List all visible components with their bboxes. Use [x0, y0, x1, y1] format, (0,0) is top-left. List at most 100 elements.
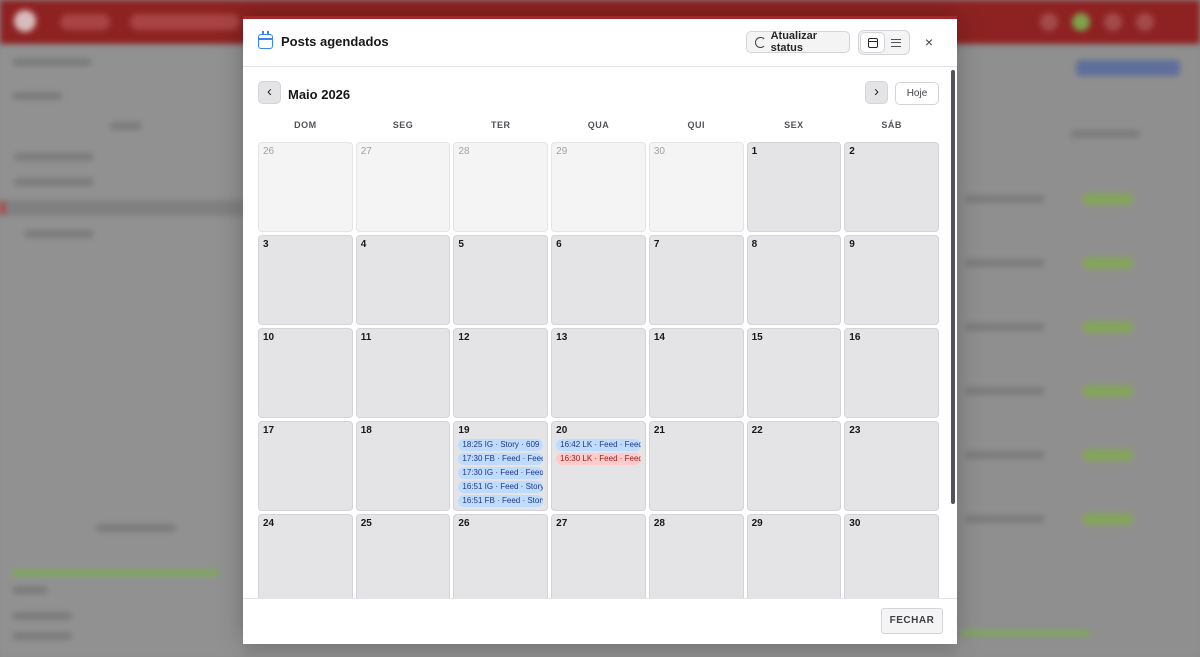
day-cell[interactable]: 26 — [453, 514, 549, 598]
bg-status-pill — [1082, 321, 1134, 333]
weekday-label: QUA — [587, 120, 610, 130]
refresh-status-button[interactable]: Atualizar status — [746, 30, 850, 54]
scheduled-post-chip[interactable]: 17:30 FB · Feed · Feed — [458, 453, 544, 465]
scheduled-post-chip[interactable]: 18:25 IG · Story · 609 — [458, 439, 544, 451]
weekday-label: DOM — [294, 120, 317, 130]
day-number: 20 — [556, 425, 568, 436]
bg-text — [12, 586, 48, 594]
day-cell[interactable]: 20 16:42 LK · Feed · Feed 16:30 LK · Feed … — [551, 421, 646, 511]
day-cell[interactable]: 3 — [258, 235, 353, 325]
day-cell[interactable]: 11 — [355, 328, 451, 418]
day-number: 26 — [263, 146, 275, 157]
day-cell[interactable]: 30 — [648, 142, 744, 232]
scheduled-post-chip[interactable]: 16:30 LK · Feed · Feed — [556, 453, 641, 465]
day-cell[interactable]: 2 — [844, 142, 939, 232]
calendar-view-button[interactable] — [861, 33, 884, 52]
day-cell[interactable]: 24 — [258, 514, 353, 598]
day-cell[interactable]: 27 — [551, 514, 646, 598]
day-cell[interactable]: 9 — [844, 235, 939, 325]
bg-button — [1076, 60, 1180, 76]
close-button[interactable]: FECHAR — [881, 608, 943, 634]
scheduled-post-chip[interactable]: 16:51 IG · Feed · Story — [458, 481, 544, 493]
bg-status-pill — [1082, 193, 1134, 205]
weekday-label: SEX — [784, 120, 804, 130]
day-cell[interactable]: 26 — [258, 142, 353, 232]
day-cell[interactable]: 4 — [355, 235, 451, 325]
day-cell[interactable]: 14 — [648, 328, 744, 418]
day-number: 8 — [751, 239, 758, 250]
day-cell[interactable]: 7 — [648, 235, 744, 325]
day-number: 28 — [653, 518, 665, 529]
day-cell[interactable]: 10 — [258, 328, 353, 418]
day-cell[interactable]: 30 — [844, 514, 939, 598]
scheduled-post-chip[interactable]: 16:51 FB · Feed · Story — [458, 495, 544, 507]
day-cell[interactable]: 8 — [746, 235, 842, 325]
bg-text — [12, 612, 72, 620]
prev-month-button[interactable]: ‹ — [258, 81, 281, 104]
day-cell[interactable]: 25 — [355, 514, 451, 598]
bg-text — [14, 178, 94, 186]
month-label: Maio 2026 — [288, 87, 351, 102]
day-cell[interactable]: 18 — [355, 421, 451, 511]
modal-footer: FECHAR — [243, 598, 957, 644]
day-number: 9 — [849, 239, 855, 250]
day-number: 28 — [458, 146, 470, 157]
day-cell[interactable]: 17 — [258, 421, 353, 511]
calendar-view-icon — [867, 37, 878, 48]
bg-progress — [960, 630, 1090, 636]
list-view-button[interactable] — [884, 33, 907, 52]
bg-text — [965, 323, 1045, 331]
bg-status-pill — [1082, 257, 1134, 269]
scheduled-post-chip[interactable]: 16:42 LK · Feed · Feed — [556, 439, 641, 451]
day-cell[interactable]: 16 — [844, 328, 939, 418]
bg-text — [96, 524, 176, 532]
day-number: 29 — [556, 146, 568, 157]
day-number: 6 — [556, 239, 562, 250]
weekday-label: SEG — [392, 120, 414, 130]
day-number: 1 — [751, 146, 758, 157]
close-icon[interactable]: × — [921, 34, 937, 50]
list-view-icon — [890, 38, 901, 47]
view-toggle — [858, 30, 910, 55]
bg-text — [965, 259, 1045, 267]
day-number: 30 — [849, 518, 861, 529]
day-number: 29 — [751, 518, 763, 529]
day-number: 5 — [458, 239, 464, 250]
bg-text — [965, 387, 1045, 395]
day-cell[interactable]: 19 18:25 IG · Story · 609 17:30 FB · Feed … — [453, 421, 549, 511]
next-month-button[interactable]: › — [865, 81, 888, 104]
day-cell[interactable]: 5 — [453, 235, 549, 325]
bg-nav-dot — [1040, 13, 1058, 31]
day-cell[interactable]: 1 — [746, 142, 842, 232]
day-number: 11 — [360, 332, 372, 343]
modal-title: Posts agendados — [281, 34, 389, 49]
day-number: 24 — [263, 518, 275, 529]
weekday-label: SÁB — [881, 120, 902, 130]
day-number: 16 — [849, 332, 861, 343]
bg-nav-dot — [1104, 13, 1122, 31]
day-cell[interactable]: 13 — [551, 328, 646, 418]
day-number: 23 — [849, 425, 861, 436]
day-cell[interactable]: 28 — [453, 142, 549, 232]
day-cell[interactable]: 22 — [746, 421, 842, 511]
day-cell[interactable]: 28 — [648, 514, 744, 598]
scheduled-post-chip[interactable]: 17:30 IG · Feed · Feed — [458, 467, 544, 479]
modal-body: ‹ Maio 2026 › Hoje DOM SEG TER QUA QUI SEX SÁB… — [243, 68, 957, 598]
day-cell[interactable]: 29 — [746, 514, 842, 598]
day-cell[interactable]: 23 — [844, 421, 939, 511]
scrollbar[interactable] — [951, 70, 955, 504]
day-cell[interactable]: 6 — [551, 235, 646, 325]
day-number: 30 — [653, 146, 665, 157]
day-cell[interactable]: 15 — [746, 328, 842, 418]
day-cell[interactable]: 12 — [453, 328, 549, 418]
bg-text — [12, 58, 92, 66]
bg-text — [965, 451, 1045, 459]
day-cell[interactable]: 21 — [648, 421, 744, 511]
day-number: 19 — [458, 425, 470, 436]
today-button[interactable]: Hoje — [895, 82, 939, 105]
day-cell[interactable]: 29 — [551, 142, 646, 232]
bg-logo — [14, 10, 36, 32]
day-cell[interactable]: 27 — [355, 142, 451, 232]
day-number: 15 — [751, 332, 763, 343]
bg-text — [965, 515, 1045, 523]
